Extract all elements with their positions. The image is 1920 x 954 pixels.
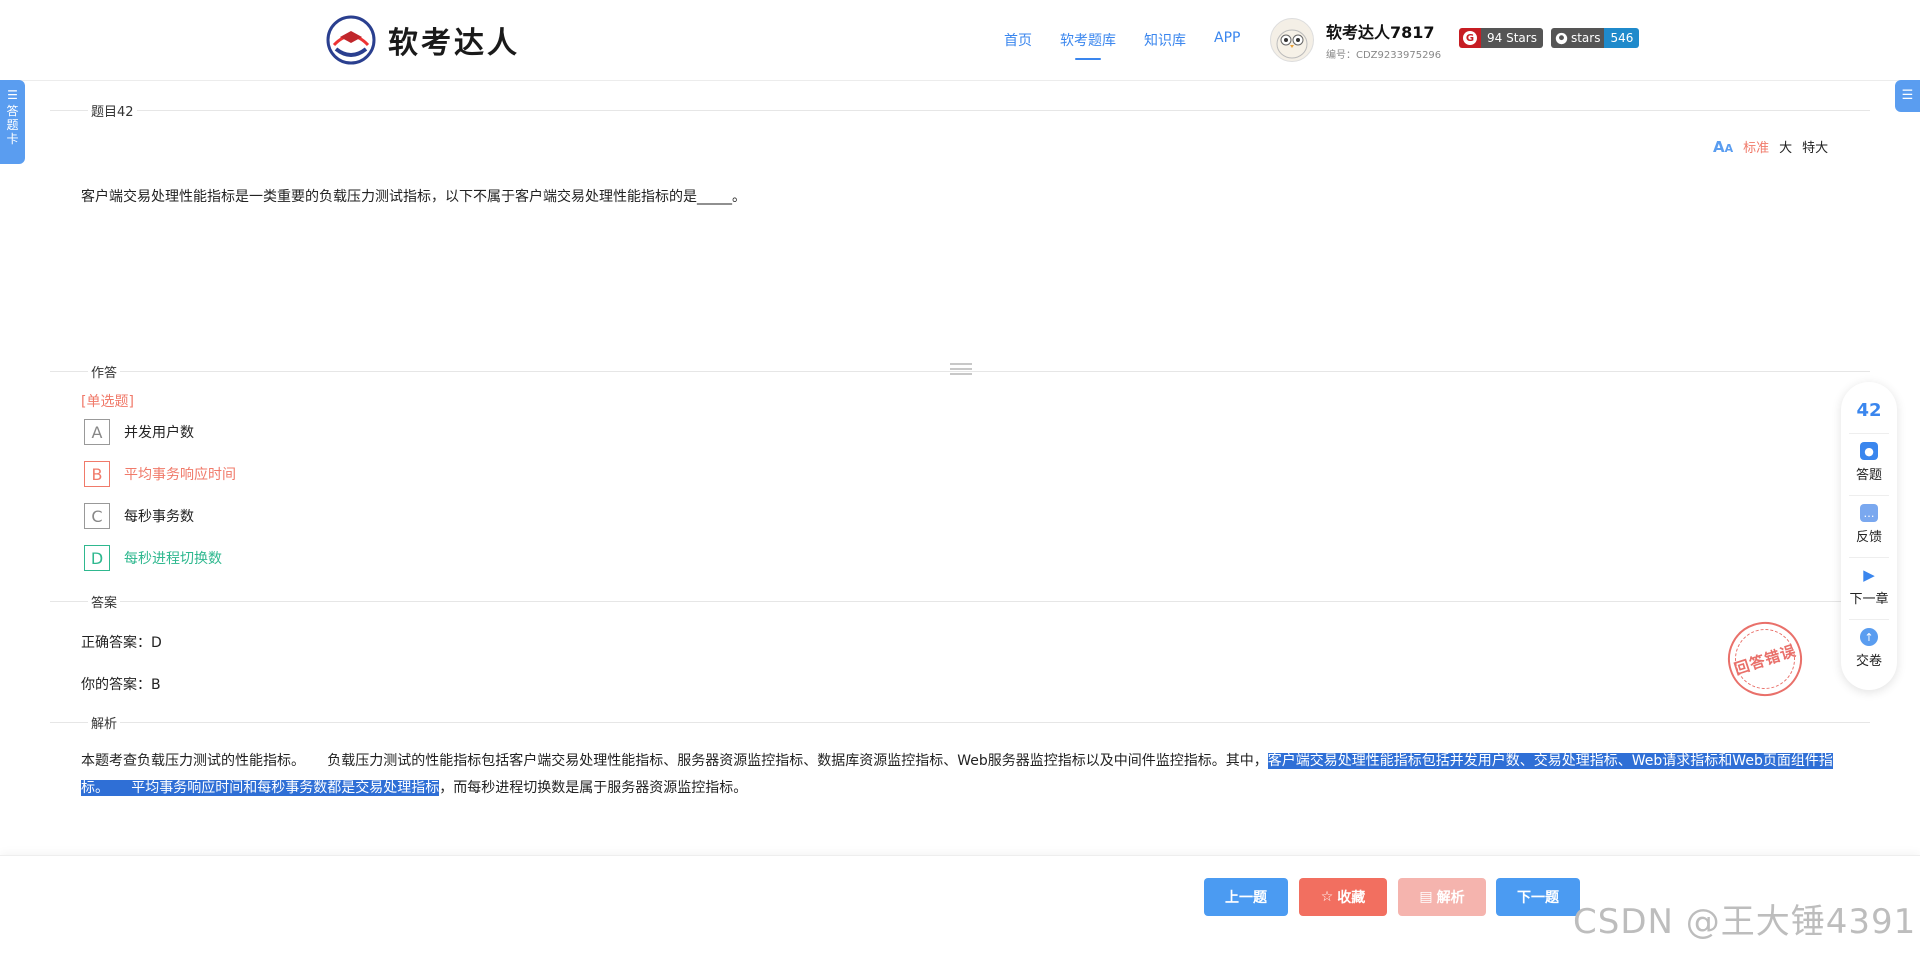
font-size-standard[interactable]: 标准: [1743, 137, 1769, 156]
divider: [50, 601, 1870, 602]
result-section-title: 答案: [88, 592, 121, 611]
option-text: 平均事务响应时间: [124, 467, 236, 483]
github-stars-badge[interactable]: stars 546: [1550, 28, 1640, 48]
prev-question-button[interactable]: 上一题: [1204, 878, 1288, 916]
current-question-number: 42: [1856, 400, 1882, 421]
favorite-button[interactable]: ☆ 收藏: [1299, 878, 1387, 916]
option-text: 每秒事务数: [124, 509, 194, 525]
question-text: 客户端交易处理性能指标是一类重要的负载压力测试指标，以下不属于客户端交易处理性能…: [81, 189, 746, 205]
main-nav: 首页 软考题库 知识库 APP: [1004, 30, 1240, 58]
repo-badges: G 94 Stars stars 546: [1459, 28, 1640, 48]
option-letter: B: [84, 461, 110, 487]
submit-button[interactable]: ↑ 交卷: [1849, 619, 1889, 669]
answer-button[interactable]: ● 答题: [1849, 433, 1889, 483]
avatar[interactable]: [1270, 18, 1314, 62]
divider: [50, 722, 1870, 723]
upload-icon: ↑: [1860, 628, 1878, 646]
next-chapter-button[interactable]: ▶ 下一章: [1849, 557, 1889, 607]
feedback-button[interactable]: … 反馈: [1849, 495, 1889, 545]
your-answer: 你的答案：B: [81, 677, 161, 693]
font-size-control: AA 标准 大 特大: [1713, 137, 1828, 157]
user-profile[interactable]: 软考达人7817 编号：CDZ9233975296: [1270, 18, 1441, 62]
star-icon: ☆: [1320, 889, 1334, 905]
analysis-section-title: 解析: [88, 713, 121, 732]
font-size-xlarge[interactable]: 特大: [1802, 137, 1828, 156]
nav-knowledge-base[interactable]: 知识库: [1144, 30, 1186, 58]
github-icon: [1555, 32, 1568, 44]
answer-section-title: 作答: [88, 362, 121, 381]
option-text: 并发用户数: [124, 425, 194, 441]
answer-card-tab[interactable]: ☰ 答题卡: [0, 80, 25, 164]
top-header: 软考达人 首页 软考题库 知识库 APP 软考达人7817 编号：CDZ9233…: [0, 0, 1920, 81]
floating-toolbar: 42 ● 答题 … 反馈 ▶ 下一章 ↑ 交卷: [1841, 382, 1897, 690]
next-question-button[interactable]: 下一题: [1496, 878, 1580, 916]
question-type: [单选题]: [81, 394, 134, 410]
analysis-part1: 本题考查负载压力测试的性能指标。 负载压力测试的性能指标包括客户端交易处理性能指…: [81, 753, 1268, 769]
nav-app[interactable]: APP: [1214, 30, 1240, 58]
watermark: CSDN @王大锤4391: [1573, 902, 1917, 942]
site-logo[interactable]: 软考达人: [326, 15, 520, 65]
option-a[interactable]: A 并发用户数: [84, 419, 194, 445]
analysis-part2: ，而每秒进程切换数是属于服务器资源监控指标。: [439, 780, 748, 796]
user-id: 编号：CDZ9233975296: [1326, 50, 1442, 61]
stamp-text: 回答错误: [1731, 641, 1799, 678]
option-c[interactable]: C 每秒事务数: [84, 503, 194, 529]
question-number: 题目42: [88, 101, 137, 120]
nav-home[interactable]: 首页: [1004, 30, 1032, 58]
skip-next-icon: ▶: [1863, 566, 1875, 584]
menu-lines-icon: ☰: [7, 88, 18, 102]
divider: [50, 110, 1870, 111]
wrong-answer-stamp: 回答错误: [1718, 612, 1812, 706]
owl-avatar-icon: [1276, 29, 1308, 59]
font-size-icon: AA: [1713, 137, 1734, 156]
gitee-stars-badge[interactable]: G 94 Stars: [1459, 28, 1543, 48]
resize-handle[interactable]: [950, 363, 972, 378]
document-icon: ▤: [1419, 889, 1433, 905]
option-letter: D: [84, 545, 110, 571]
analysis-button[interactable]: ▤ 解析: [1398, 878, 1486, 916]
answer-icon: ●: [1860, 442, 1878, 460]
chat-icon: …: [1860, 504, 1878, 522]
menu-lines-icon: ☰: [1901, 88, 1914, 103]
user-name: 软考达人7817: [1326, 23, 1435, 42]
option-text: 每秒进程切换数: [124, 551, 222, 567]
option-letter: C: [84, 503, 110, 529]
option-d[interactable]: D 每秒进程切换数: [84, 545, 222, 571]
answer-card-label: 答题卡: [6, 104, 19, 146]
gitee-icon: G: [1463, 31, 1477, 45]
correct-answer: 正确答案：D: [81, 635, 162, 651]
nav-question-bank[interactable]: 软考题库: [1060, 30, 1116, 58]
logo-text: 软考达人: [388, 26, 520, 61]
option-letter: A: [84, 419, 110, 445]
logo-emblem-icon: [326, 15, 376, 65]
analysis-text: 本题考查负载压力测试的性能指标。 负载压力测试的性能指标包括客户端交易处理性能指…: [81, 748, 1841, 802]
right-menu-tab[interactable]: ☰: [1895, 80, 1920, 112]
option-b[interactable]: B 平均事务响应时间: [84, 461, 236, 487]
font-size-large[interactable]: 大: [1779, 137, 1792, 156]
